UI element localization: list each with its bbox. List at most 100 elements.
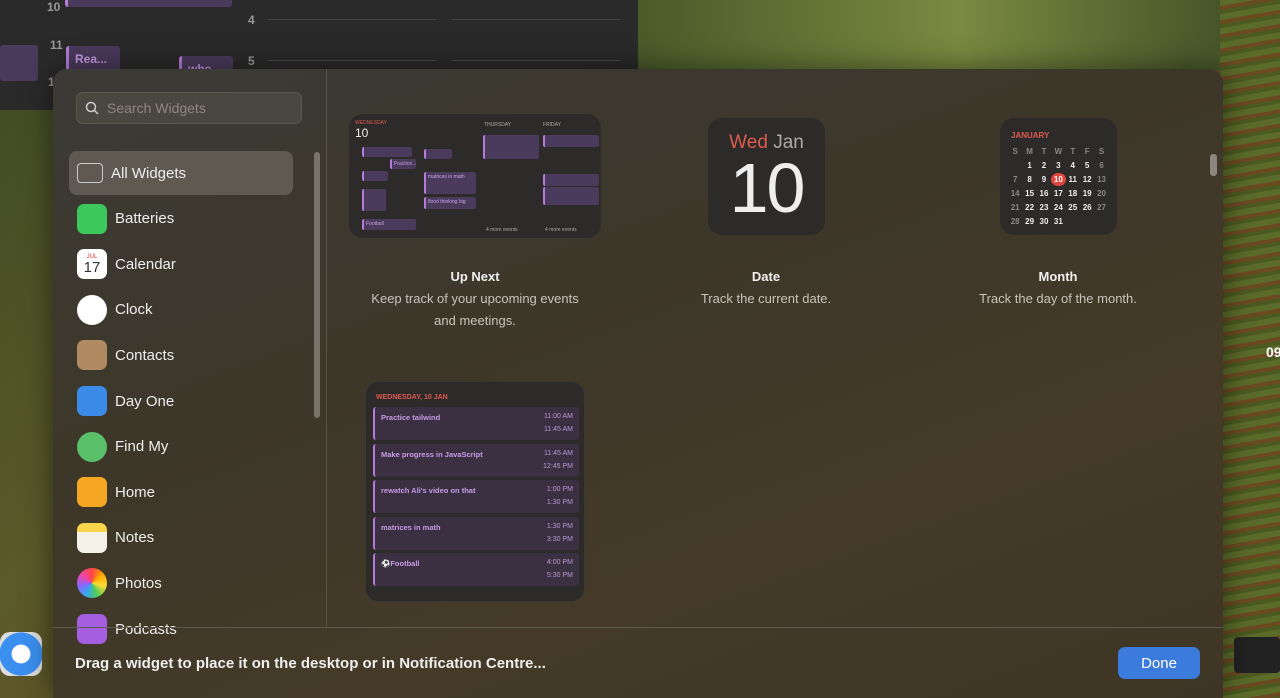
widget-description: Track the current date. <box>700 291 832 306</box>
event-end: 12:45 PM <box>543 462 573 470</box>
grid-line <box>268 60 436 61</box>
friday-label: FRIDAY <box>543 122 561 128</box>
search-icon <box>85 101 99 115</box>
list-event: Practice tailwind 11:00 AM 11:45 AM <box>373 407 579 440</box>
sidebar-scrollbar[interactable] <box>314 152 320 418</box>
list-event: ⚽Football 4:00 PM 5:30 PM <box>373 553 579 586</box>
day-cell: 4 <box>1070 161 1075 170</box>
event-name: matrices in math <box>381 522 441 532</box>
sidebar-item-find-my[interactable]: Find My <box>69 425 293 469</box>
event-start: 1:00 PM <box>546 486 573 493</box>
sidebar-item-calendar[interactable]: JUL 17 Calendar <box>69 242 293 286</box>
weekday-header: F <box>1084 147 1090 156</box>
widget-gallery-panel: Search Widgets All Widgets Batteries JUL 17… <box>53 69 1223 698</box>
desktop-wallpaper <box>638 0 1280 70</box>
done-button[interactable]: Done <box>1118 647 1200 679</box>
calendar-event[interactable] <box>0 45 38 81</box>
widgets-grid-icon <box>77 163 103 183</box>
list-event: Make progress in JavaScript 11:45 AM 12:45… <box>373 443 579 477</box>
day-number: 10 <box>729 149 806 227</box>
sidebar-item-label: Notes <box>115 529 155 547</box>
weekday-header: M <box>1026 147 1033 156</box>
month-label: JANUARY <box>1011 131 1050 140</box>
day-cell: 19 <box>1082 189 1092 198</box>
sidebar-item-home[interactable]: Home <box>69 470 293 514</box>
day-cell: 7 <box>1012 175 1018 184</box>
event-block <box>543 174 599 186</box>
weekday-header: S <box>1012 147 1018 156</box>
widget-title: Month <box>1038 269 1078 284</box>
up-next-widget-preview[interactable]: WEDNESDAY 10 THURSDAY FRIDAY Practice...… <box>349 114 601 238</box>
sidebar-item-photos[interactable]: Photos <box>69 561 293 605</box>
notes-icon <box>77 522 107 553</box>
day-cell: 13 <box>1097 175 1106 184</box>
event-name: Practice tailwind <box>381 413 441 422</box>
safari-dock-icon[interactable] <box>0 632 42 676</box>
month-widget-preview[interactable]: JANUARY S M T W T F S 1 2 3 4 5 6 7 8 9 10 11 12 13 14 15 16 17… <box>1000 118 1117 235</box>
day-cell: 1 <box>1027 161 1032 170</box>
day-number: 10 <box>355 126 369 140</box>
calendar-event[interactable] <box>65 0 232 7</box>
event-block <box>543 135 599 147</box>
battery-icon <box>77 203 107 234</box>
search-input[interactable]: Search Widgets <box>76 92 302 124</box>
day-cell: 27 <box>1097 203 1106 212</box>
event-block <box>543 187 599 205</box>
bookmark-icon <box>77 386 107 416</box>
day-cell: 8 <box>1027 175 1032 184</box>
event-start: 4:00 PM <box>546 559 573 566</box>
hour-label: 11 <box>50 38 63 52</box>
event-end: 5:30 PM <box>546 572 573 579</box>
event-start: 1:30 PM <box>546 522 573 530</box>
widget-title: Date <box>751 269 781 284</box>
day-cell: 15 <box>1025 189 1035 198</box>
day-cell: 30 <box>1039 217 1049 226</box>
calendar-icon-day: 17 <box>83 258 101 276</box>
up-next-large-widget-preview[interactable]: WEDNESDAY, 10 JAN Practice tailwind 11:00… <box>365 381 585 602</box>
more-events-label: 4 more events <box>545 227 577 233</box>
widget-sidebar: Search Widgets All Widgets Batteries JUL 17… <box>53 69 327 644</box>
calendar-icon: JUL 17 <box>77 249 107 280</box>
gallery-scrollbar[interactable] <box>1210 154 1217 176</box>
sidebar-item-day-one[interactable]: Day One <box>69 379 293 423</box>
sidebar-item-label: Photos <box>115 574 162 592</box>
event-block <box>362 171 388 181</box>
event-end: 1:30 PM <box>546 499 573 506</box>
day-cell: 9 <box>1041 175 1047 184</box>
event-block: flood thinking big <box>424 197 476 209</box>
sidebar-item-batteries[interactable]: Batteries <box>69 197 293 241</box>
dock-window-thumbnail[interactable] <box>1234 637 1280 673</box>
find-my-icon <box>77 431 107 462</box>
event-name: rewatch Ali's video on that <box>381 486 476 495</box>
list-event: rewatch Ali's video on that 1:00 PM 1:30 P… <box>373 480 579 513</box>
weekday-header: T <box>1070 147 1076 156</box>
sidebar-item-label: Find My <box>115 438 169 456</box>
weekday-header: W <box>1054 147 1063 156</box>
grid-line <box>268 19 436 20</box>
day-cell: 18 <box>1068 189 1078 198</box>
sidebar-item-label: Batteries <box>115 210 175 228</box>
sidebar-item-notes[interactable]: Notes <box>69 516 293 560</box>
widget-description: Track the day of the month. <box>979 291 1137 306</box>
day-cell: 25 <box>1068 203 1078 212</box>
footer-message: Drag a widget to place it on the desktop… <box>75 654 546 672</box>
empty-cell <box>1008 159 1022 172</box>
sidebar-item-clock[interactable]: Clock <box>69 288 293 332</box>
grid-line <box>452 19 620 20</box>
today-cell: 10 <box>1051 173 1066 186</box>
day-cell: 12 <box>1082 175 1092 184</box>
sidebar-item-all-widgets[interactable]: All Widgets <box>69 151 293 195</box>
event-block <box>424 149 452 159</box>
sidebar-item-contacts[interactable]: Contacts <box>69 333 293 377</box>
sidebar-item-label: Day One <box>115 392 175 410</box>
day-cell: 17 <box>1053 189 1063 198</box>
hour-label: 4 <box>248 13 255 27</box>
day-cell: 21 <box>1010 203 1020 212</box>
day-cell: 16 <box>1039 189 1049 198</box>
home-icon <box>77 477 107 508</box>
weekday-header: T <box>1041 147 1047 156</box>
day-cell: 29 <box>1025 217 1035 226</box>
sidebar-item-label: Contacts <box>115 346 175 364</box>
date-widget-preview[interactable]: Wed Jan 10 <box>708 118 825 235</box>
footer-bar: Drag a widget to place it on the desktop… <box>53 627 1223 698</box>
